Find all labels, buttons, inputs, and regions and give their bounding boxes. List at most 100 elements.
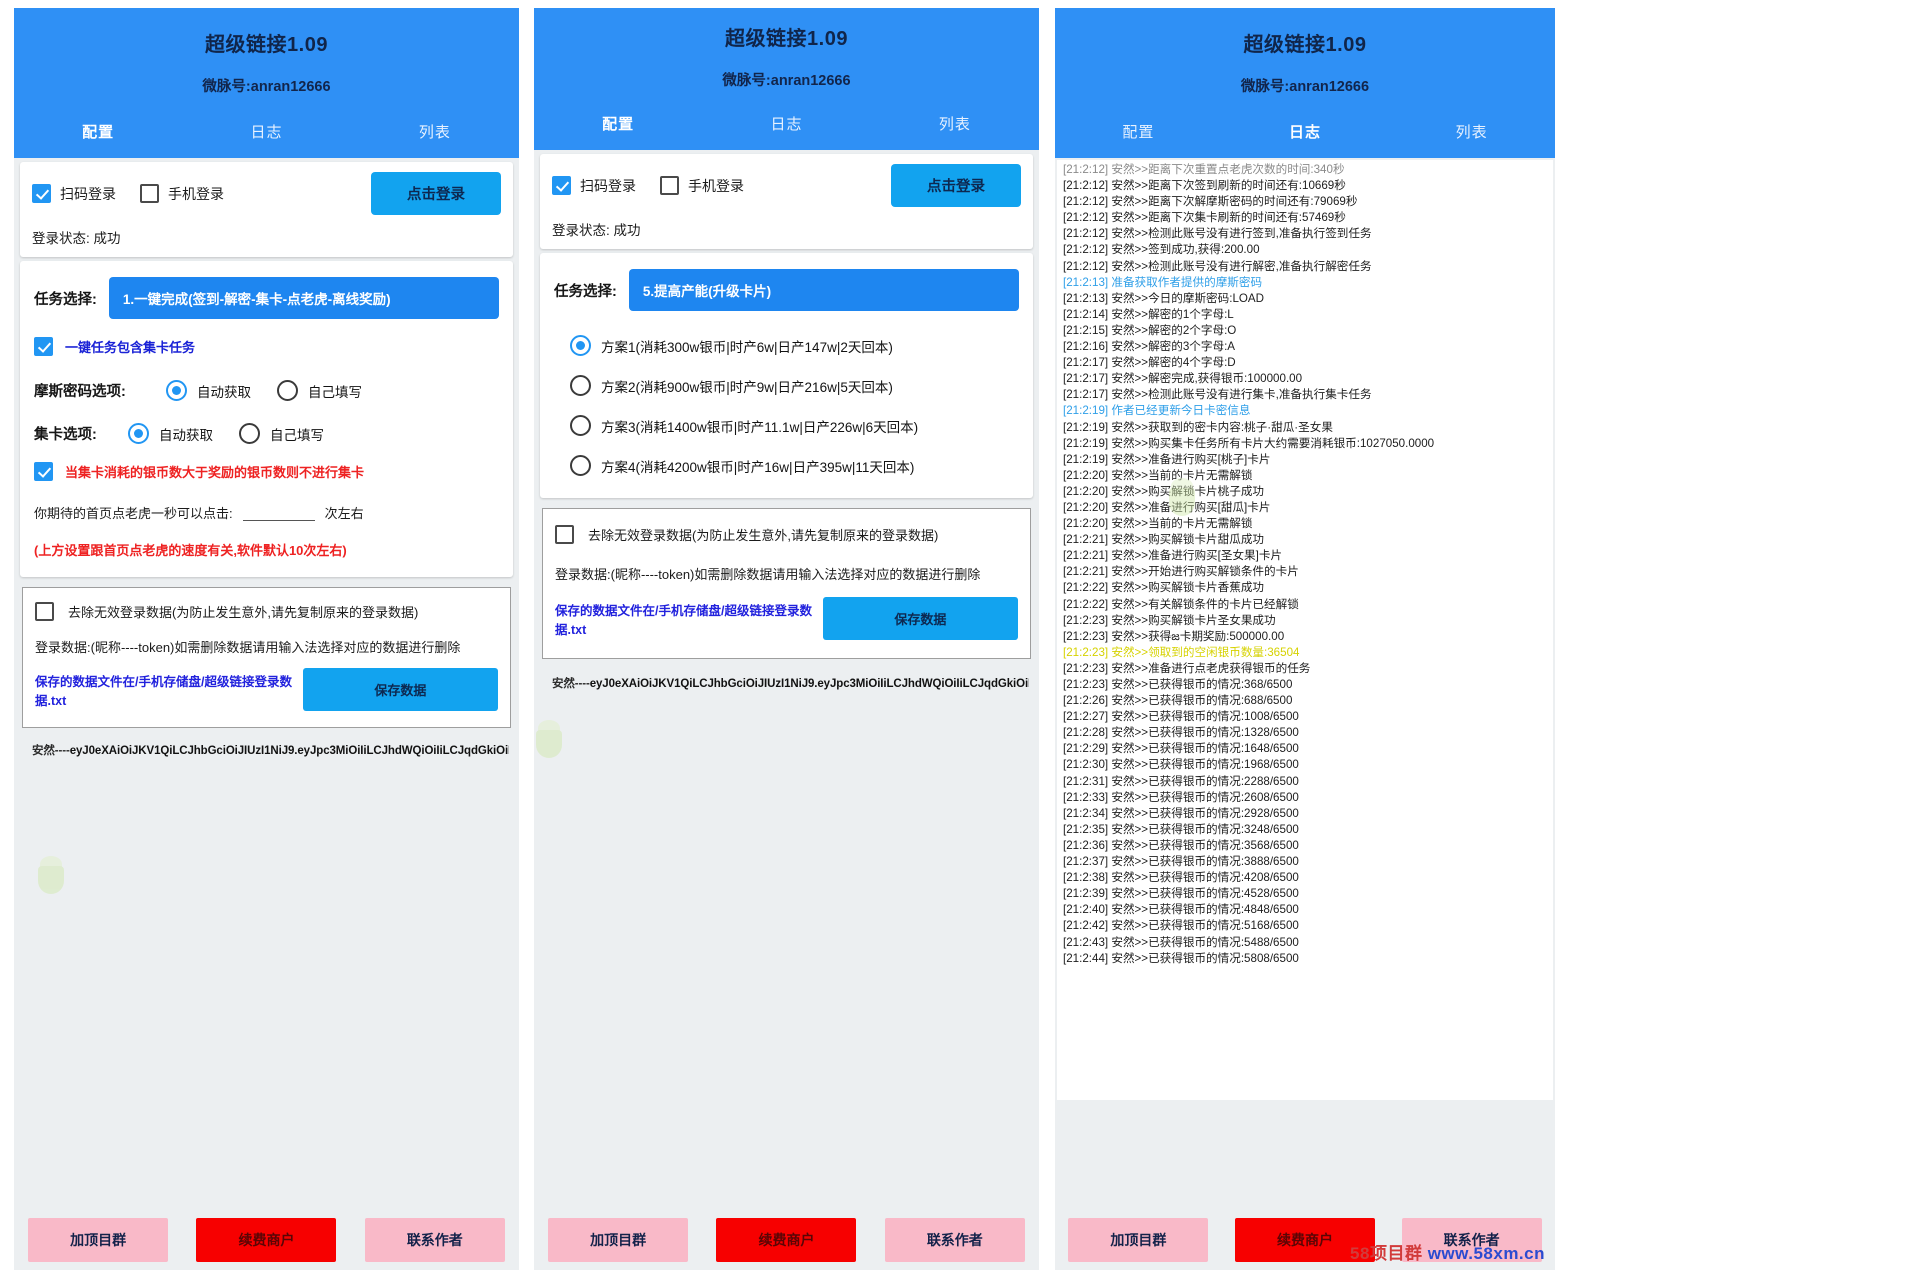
renew-button-two[interactable]: 续费商户 xyxy=(716,1218,857,1262)
plan-option-2[interactable]: 方案2(消耗900w银币|时产9w|日产216w|5天回本) xyxy=(554,375,1019,396)
mascot-leaf-icon xyxy=(36,856,66,896)
tiger-speed-prefix: 你期待的首页点老虎一秒可以点击: xyxy=(34,506,233,521)
log-line: [21:2:28] 安然>>已获得银币的情况:1328/6500 xyxy=(1063,726,1299,740)
log-output-area[interactable]: [21:2:12] 安然>>距离下次重置点老虎次数的时间:340秒 [21:2:1… xyxy=(1057,160,1553,1100)
data-file-path-two[interactable]: 保存的数据文件在/手机存储盘/超级链接登录数据.txt xyxy=(555,600,823,638)
join-group-button-two[interactable]: 加顶目群 xyxy=(548,1218,689,1262)
tab-bar-two: 配置 日志 列表 xyxy=(534,107,1039,140)
phone-login-checkbox[interactable] xyxy=(140,184,159,203)
tab-config[interactable]: 配置 xyxy=(14,115,182,148)
morse-auto-radio[interactable] xyxy=(166,380,187,401)
scan-login-checkbox[interactable] xyxy=(32,184,51,203)
app-header-three: 超级链接1.09 微脉号:anran12666 配置 日志 列表 xyxy=(1055,8,1555,158)
app-header: 超级链接1.09 微脉号:anran12666 配置 日志 列表 xyxy=(14,8,519,158)
scan-login-label: 扫码登录 xyxy=(60,185,116,202)
save-data-button-two[interactable]: 保存数据 xyxy=(822,597,1018,640)
login-button-two[interactable]: 点击登录 xyxy=(891,164,1021,207)
tab-log-two[interactable]: 日志 xyxy=(702,107,870,140)
morse-manual-radio[interactable] xyxy=(277,380,298,401)
task-select-dropdown-two[interactable]: 5.提高产能(升级卡片) xyxy=(628,269,1019,311)
tab-bar-three: 配置 日志 列表 xyxy=(1055,115,1555,148)
plan-2-radio[interactable] xyxy=(570,375,591,396)
token-value-two: eyJ0eXAiOiJKV1QiLCJhbGciOiJIUzI1NiJ9.eyJ… xyxy=(589,678,1029,690)
log-line: [21:2:19] 安然>>购买集卡任务所有卡片大约需要消耗银币:1027050… xyxy=(1063,436,1435,450)
remove-invalid-row[interactable]: 去除无效登录数据(为防止发生意外,请先复制原来的登录数据) xyxy=(35,602,498,621)
tab-log-three[interactable]: 日志 xyxy=(1222,115,1389,148)
log-line: [21:2:34] 安然>>已获得银币的情况:2928/6500 xyxy=(1063,806,1299,820)
join-group-button-three[interactable]: 加顶目群 xyxy=(1068,1218,1209,1262)
phone-login-label: 手机登录 xyxy=(168,185,224,202)
login-method-group-two: 扫码登录 手机登录 xyxy=(552,176,744,196)
log-line: [21:2:36] 安然>>已获得银币的情况:3568/6500 xyxy=(1063,838,1299,852)
renew-button[interactable]: 续费商户 xyxy=(196,1218,337,1262)
plan-1-label: 方案1(消耗300w银币|时产6w|日产147w|2天回本) xyxy=(601,339,893,355)
login-data-note: 登录数据:(昵称----token)如需删除数据请用输入法选择对应的数据进行删除 xyxy=(35,640,461,655)
card-auto-radio[interactable] xyxy=(128,423,149,444)
bottom-action-bar-two: 加顶目群 续费商户 联系作者 xyxy=(534,1208,1039,1270)
save-data-button[interactable]: 保存数据 xyxy=(302,668,498,711)
phone-login-checkbox-two[interactable] xyxy=(660,176,679,195)
log-line: [21:2:20] 安然>>购买解锁卡片桃子成功 xyxy=(1063,484,1265,498)
login-status-two: 登录状态: 成功 xyxy=(552,223,641,238)
plan-4-label: 方案4(消耗4200w银币|时产16w|日产395w|11天回本) xyxy=(601,459,915,475)
include-card-task-checkbox[interactable] xyxy=(34,337,53,356)
remove-invalid-row-two[interactable]: 去除无效登录数据(为防止发生意外,请先复制原来的登录数据) xyxy=(555,525,1018,544)
tab-list[interactable]: 列表 xyxy=(351,115,519,148)
login-token-line-two: 安然----eyJ0eXAiOiJKV1QiLCJhbGciOiJIUzI1Ni… xyxy=(552,675,1029,691)
plan-option-1[interactable]: 方案1(消耗300w银币|时产6w|日产147w|2天回本) xyxy=(554,335,1019,356)
app-title-two: 超级链接1.09 xyxy=(725,28,848,50)
tab-list-three[interactable]: 列表 xyxy=(1388,115,1555,148)
log-line: [21:2:14] 安然>>解密的1个字母:L xyxy=(1063,307,1234,321)
remove-invalid-label: 去除无效登录数据(为防止发生意外,请先复制原来的登录数据) xyxy=(68,605,419,620)
token-nickname-two: 安然---- xyxy=(552,678,590,690)
log-line: [21:2:20] 安然>>当前的卡片无需解锁 xyxy=(1063,468,1253,482)
task-select-row-two: 任务选择: 5.提高产能(升级卡片) xyxy=(554,269,1019,311)
tiger-speed-hint: (上方设置跟首页点老虎的速度有关,软件默认10次左右) xyxy=(34,543,347,558)
save-data-row-two: 保存的数据文件在/手机存储盘/超级链接登录数据.txt 保存数据 xyxy=(555,597,1018,640)
login-data-card: 去除无效登录数据(为防止发生意外,请先复制原来的登录数据) 登录数据:(昵称--… xyxy=(22,587,511,728)
card-manual-radio[interactable] xyxy=(239,423,260,444)
include-card-task-row[interactable]: 一键任务包含集卡任务 xyxy=(34,337,499,356)
contact-author-button-two[interactable]: 联系作者 xyxy=(884,1218,1025,1262)
scan-login-checkbox-two[interactable] xyxy=(552,176,571,195)
plan-3-radio[interactable] xyxy=(570,415,591,436)
log-line: [21:2:13] 安然>>今日的摩斯密码:LOAD xyxy=(1063,291,1265,305)
log-line: [21:2:17] 安然>>解密完成,获得银币:100000.00 xyxy=(1063,372,1303,386)
remove-invalid-checkbox[interactable] xyxy=(35,602,54,621)
phone-login-label-two: 手机登录 xyxy=(688,177,744,194)
log-line: [21:2:12] 安然>>距离下次集卡刷新的时间还有:57469秒 xyxy=(1063,211,1346,225)
log-line: [21:2:12] 安然>>距离下次解摩斯密码的时间还有:79069秒 xyxy=(1063,195,1358,209)
task-select-dropdown[interactable]: 1.一键完成(签到-解密-集卡-点老虎-离线奖励) xyxy=(108,277,499,319)
tab-log[interactable]: 日志 xyxy=(182,115,350,148)
login-token-line: 安然----eyJ0eXAiOiJKV1QiLCJhbGciOiJIUzI1Ni… xyxy=(32,742,509,758)
remove-invalid-label-two: 去除无效登录数据(为防止发生意外,请先复制原来的登录数据) xyxy=(588,528,939,543)
card-limit-checkbox[interactable] xyxy=(34,462,53,481)
card-limit-row[interactable]: 当集卡消耗的银币数大于奖励的银币数则不进行集卡 xyxy=(34,462,499,481)
log-line: [21:2:21] 安然>>开始进行购买解锁条件的卡片 xyxy=(1063,565,1299,579)
contact-author-button[interactable]: 联系作者 xyxy=(364,1218,505,1262)
task-config-card: 任务选择: 1.一键完成(签到-解密-集卡-点老虎-离线奖励) 一键任务包含集卡… xyxy=(20,261,513,577)
join-group-button[interactable]: 加顶目群 xyxy=(28,1218,169,1262)
app-title-three: 超级链接1.09 xyxy=(1243,34,1367,56)
data-file-path[interactable]: 保存的数据文件在/手机存储盘/超级链接登录数据.txt xyxy=(35,671,303,709)
include-card-task-label: 一键任务包含集卡任务 xyxy=(65,340,196,355)
tab-config-three[interactable]: 配置 xyxy=(1055,115,1222,148)
app-subtitle-two: 微脉号:anran12666 xyxy=(722,73,851,89)
plan-option-4[interactable]: 方案4(消耗4200w银币|时产16w|日产395w|11天回本) xyxy=(554,455,1019,476)
plan-4-radio[interactable] xyxy=(570,455,591,476)
tiger-speed-row: 你期待的首页点老虎一秒可以点击: 次左右 xyxy=(34,503,499,522)
log-line: [21:2:43] 安然>>已获得银币的情况:5488/6500 xyxy=(1063,935,1299,949)
tab-list-two[interactable]: 列表 xyxy=(871,107,1039,140)
card-limit-label: 当集卡消耗的银币数大于奖励的银币数则不进行集卡 xyxy=(65,465,365,480)
log-line: [21:2:38] 安然>>已获得银币的情况:4208/6500 xyxy=(1063,871,1299,885)
log-line: [21:2:12] 安然>>检测此账号没有进行签到,准备执行签到任务 xyxy=(1063,227,1372,241)
log-line: [21:2:12] 安然>>距离下次重置点老虎次数的时间:340秒 xyxy=(1063,163,1345,176)
tab-config-two[interactable]: 配置 xyxy=(534,107,702,140)
plan-3-label: 方案3(消耗1400w银币|时产11.1w|日产226w|6天回本) xyxy=(601,419,919,435)
remove-invalid-checkbox-two[interactable] xyxy=(555,525,574,544)
log-line: [21:2:21] 安然>>购买解锁卡片甜瓜成功 xyxy=(1063,533,1265,547)
plan-1-radio[interactable] xyxy=(570,335,591,356)
login-button[interactable]: 点击登录 xyxy=(371,172,501,215)
tiger-speed-input[interactable] xyxy=(242,504,315,521)
plan-option-3[interactable]: 方案3(消耗1400w银币|时产11.1w|日产226w|6天回本) xyxy=(554,415,1019,436)
